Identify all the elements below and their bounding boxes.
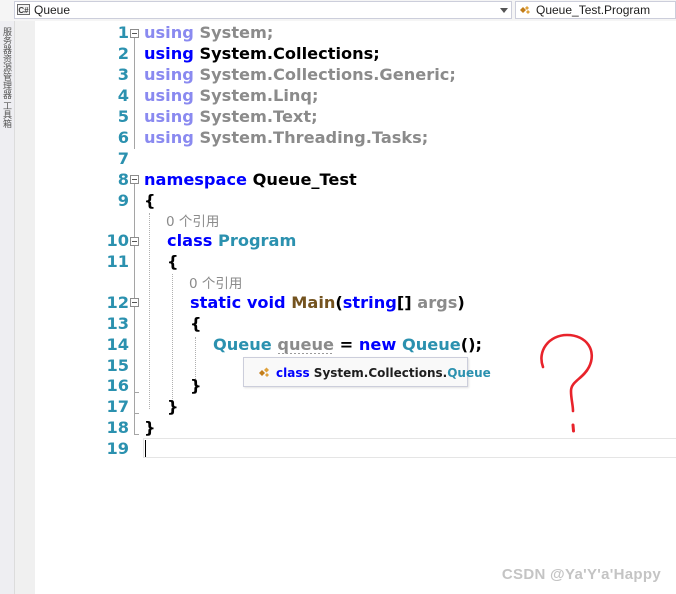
codelens-references[interactable]: 0 个引用: [166, 210, 219, 230]
code-editor[interactable]: 1 2 3 4 5 6 7 8 9 10 11 12 13 14 15 16 1…: [35, 21, 676, 594]
line-number: 1: [117, 23, 129, 42]
outline-line: [134, 307, 135, 392]
class-icon: [259, 367, 269, 377]
navigation-bar: C# Queue Queue_Test.Program: [0, 0, 676, 22]
line-number: 2: [117, 44, 129, 63]
current-line-highlight: [143, 438, 676, 458]
indent-guide: [149, 213, 150, 409]
side-tool-strip: 服务器资源管理器 工具箱: [0, 21, 15, 594]
glyph-margin: [15, 21, 35, 594]
quick-info-text: class System.Collections.Queue: [276, 366, 491, 380]
quick-info-tooltip: class System.Collections.Queue: [243, 357, 491, 387]
line-number: 7: [117, 149, 129, 168]
chevron-down-icon[interactable]: [500, 8, 508, 13]
collapse-method-icon[interactable]: [130, 298, 139, 307]
class-icon: [520, 6, 530, 14]
line-number: 3: [117, 65, 129, 84]
code-line-12: static void Main(string[] args): [190, 293, 465, 312]
code-line-9: {: [144, 191, 156, 210]
code-line-11: {: [167, 252, 179, 271]
outline-end: [134, 434, 139, 435]
line-number: 5: [117, 107, 129, 126]
indent-guide: [172, 274, 173, 409]
question-mark-annotation: ?: [540, 333, 594, 433]
collapse-usings-icon[interactable]: [130, 29, 139, 38]
line-number: 6: [117, 128, 129, 147]
toolbox-tab[interactable]: 工具箱: [1, 101, 14, 128]
line-number: 4: [117, 86, 129, 105]
line-number: 15: [106, 356, 129, 375]
line-number: 8: [117, 170, 129, 189]
line-number: 17: [106, 397, 129, 416]
line-number: 9: [117, 191, 129, 210]
code-line-5: using System.Text;: [144, 107, 318, 126]
server-explorer-tab[interactable]: 服务器资源管理器: [1, 27, 14, 99]
code-line-3: using System.Collections.Generic;: [144, 65, 456, 84]
code-line-8: namespace Queue_Test: [144, 170, 357, 189]
code-line-1: using System;: [144, 23, 274, 42]
line-number: 16: [106, 376, 129, 395]
collapse-class-icon[interactable]: [130, 237, 139, 246]
code-line-4: using System.Linq;: [144, 86, 319, 105]
line-number: 19: [106, 439, 129, 458]
outline-line: [134, 38, 135, 149]
code-line-18: }: [144, 418, 156, 437]
codelens-references[interactable]: 0 个引用: [189, 272, 242, 292]
line-number: 12: [106, 293, 129, 312]
line-number: 14: [106, 335, 129, 354]
type-dropdown[interactable]: Queue_Test.Program: [515, 1, 676, 19]
code-line-17: }: [167, 397, 179, 416]
line-number: 11: [106, 252, 129, 271]
line-number: 13: [106, 314, 129, 333]
csharp-project-icon: C#: [17, 4, 30, 15]
code-line-2: using System.Collections;: [144, 44, 380, 63]
line-number: 18: [106, 418, 129, 437]
outline-end: [134, 413, 139, 414]
project-dropdown[interactable]: C# Queue: [14, 1, 512, 19]
text-caret: [145, 440, 146, 457]
code-line-10: class Program: [167, 231, 297, 250]
watermark: CSDN @Ya'Y'a'Happy: [501, 566, 661, 583]
code-line-16: }: [190, 376, 202, 395]
line-number: 10: [106, 231, 129, 250]
code-line-13: {: [190, 314, 202, 333]
project-dropdown-value: Queue: [34, 3, 71, 17]
collapse-namespace-icon[interactable]: [130, 175, 139, 184]
code-line-6: using System.Threading.Tasks;: [144, 128, 429, 147]
type-dropdown-value: Queue_Test.Program: [536, 3, 651, 17]
unused-variable-squiggle: [278, 353, 334, 354]
code-line-14: Queue queue = new Queue();: [213, 335, 483, 354]
outline-end: [134, 392, 139, 393]
